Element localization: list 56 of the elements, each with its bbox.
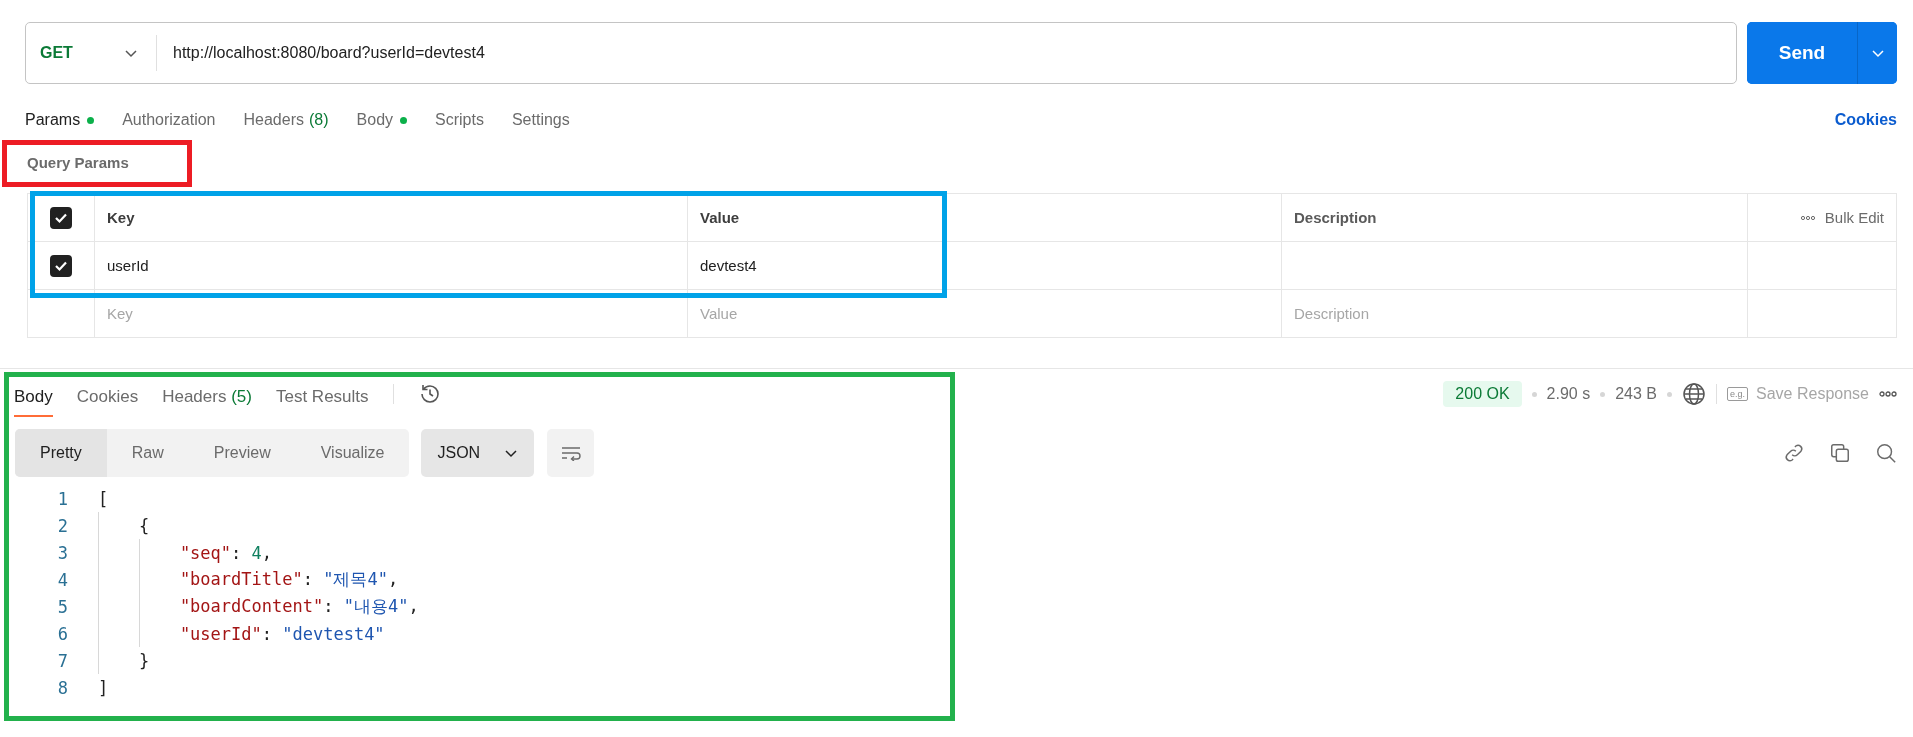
line-number: 4 <box>56 569 69 590</box>
code-line: "boardContent": "내용4", <box>179 595 419 618</box>
column-header: Value <box>700 209 740 226</box>
request-tab[interactable]: Headers (8) <box>243 107 329 133</box>
code-line: } <box>138 650 150 671</box>
cookies-link[interactable]: Cookies <box>1834 111 1897 129</box>
checkbox[interactable] <box>50 206 72 229</box>
code-line: "seq": 4, <box>179 542 273 563</box>
response-tab[interactable]: Headers (5) <box>162 379 252 417</box>
code-line: "userId": "devtest4" <box>179 623 385 644</box>
view-mode-tab[interactable]: Pretty <box>15 429 107 477</box>
code-line: "boardTitle": "제목4", <box>179 568 399 591</box>
code-line: { <box>138 515 150 536</box>
line-number: 8 <box>56 677 69 698</box>
response-size: 243 B <box>1615 385 1657 403</box>
response-tab[interactable]: Cookies <box>76 379 139 417</box>
url-bar[interactable]: GET http://localhost:8080/board?userId=devtest4 <box>25 22 1737 84</box>
table-cell: userId <box>107 257 149 274</box>
table-cell: devtest4 <box>700 257 757 274</box>
example-icon: e.g. <box>1727 387 1749 401</box>
request-tab[interactable]: Authorization <box>122 107 216 133</box>
code-line: [ <box>98 488 109 509</box>
column-header: Description <box>1294 209 1377 226</box>
line-number: 1 <box>56 488 69 509</box>
format-dropdown[interactable]: JSON <box>421 429 535 477</box>
bulk-edit-button[interactable]: Bulk Edit <box>1824 209 1884 226</box>
view-mode-tab[interactable]: Visualize <box>295 429 410 477</box>
line-number: 6 <box>56 623 69 644</box>
line-number: 7 <box>56 650 69 671</box>
response-tab[interactable]: Test Results <box>275 379 369 417</box>
line-number: 2 <box>56 515 69 536</box>
status-badge: 200 OK <box>1443 381 1522 407</box>
response-tab[interactable]: Body <box>14 379 53 417</box>
request-tab[interactable]: Params <box>25 107 95 133</box>
request-tab[interactable]: Scripts <box>435 107 484 133</box>
link-icon[interactable] <box>1783 442 1805 464</box>
wrap-icon <box>559 445 582 461</box>
more-icon[interactable] <box>1879 390 1897 398</box>
copy-icon[interactable] <box>1829 442 1851 464</box>
column-header: Key <box>107 209 135 226</box>
section-title: Query Params <box>27 153 130 173</box>
line-number: 3 <box>56 542 69 563</box>
request-tab[interactable]: Body <box>356 107 408 133</box>
view-mode-tab[interactable]: Raw <box>106 429 189 477</box>
request-tab[interactable]: Settings <box>511 107 570 133</box>
globe-icon[interactable] <box>1682 382 1706 406</box>
save-response-button[interactable]: e.g. Save Response <box>1727 385 1869 403</box>
search-icon[interactable] <box>1875 442 1897 464</box>
more-icon[interactable] <box>1800 214 1815 221</box>
view-mode-tab[interactable]: Preview <box>188 429 296 477</box>
method-dropdown[interactable]: GET <box>26 23 156 83</box>
line-number: 5 <box>56 596 69 617</box>
code-line: ] <box>98 677 109 698</box>
checkbox[interactable] <box>50 254 72 277</box>
wrap-lines-button[interactable] <box>547 429 595 477</box>
response-time: 2.90 s <box>1546 385 1591 403</box>
